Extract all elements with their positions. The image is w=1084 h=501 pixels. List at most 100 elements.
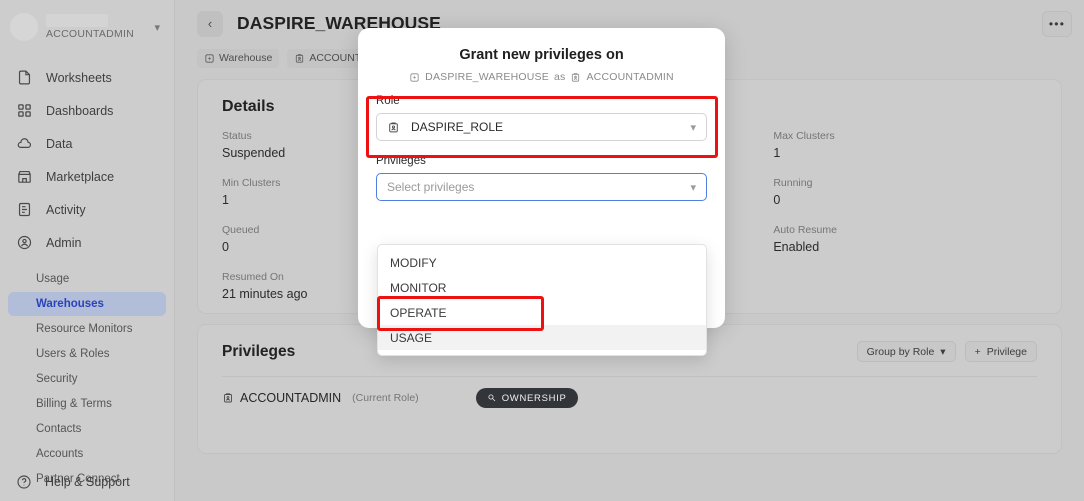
dialog-title: Grant new privileges on [459, 47, 624, 63]
role-badge-icon [294, 53, 305, 64]
sidebar-item-warehouses[interactable]: Warehouses [8, 292, 166, 316]
breadcrumb-chip-label: Warehouse [219, 52, 273, 64]
dialog-actor: ACCOUNTADMIN [586, 71, 674, 83]
back-button[interactable]: ‹ [197, 10, 223, 37]
warehouse-icon [409, 72, 420, 83]
sidebar-item-dashboards[interactable]: Dashboards [8, 95, 166, 126]
dropdown-option-modify[interactable]: MODIFY [378, 250, 706, 275]
status-badge-label: OWNERSHIP [501, 392, 567, 404]
dialog-connector: as [553, 71, 566, 83]
sidebar: ACCOUNTADMIN ▾ Worksheets Dashboards Dat… [0, 0, 175, 501]
chevron-down-icon: ▾ [690, 181, 696, 194]
dialog-header: Grant new privileges on DASPIRE_WAREHOUS… [358, 28, 725, 83]
help-support-label: Help & Support [45, 475, 130, 489]
breadcrumb-chip-warehouse[interactable]: Warehouse [197, 48, 280, 68]
sidebar-item-billing-terms[interactable]: Billing & Terms [8, 392, 166, 416]
plus-icon: + [974, 345, 981, 358]
dropdown-option-monitor[interactable]: MONITOR [378, 275, 706, 300]
app-root: ACCOUNTADMIN ▾ Worksheets Dashboards Dat… [0, 0, 1084, 501]
dialog-subject: DASPIRE_WAREHOUSE [425, 71, 549, 83]
add-privilege-button[interactable]: + Privilege [964, 341, 1037, 362]
privileges-field-group: Privileges Select privileges ▾ [376, 155, 707, 201]
detail-field-running: Running 0 [773, 177, 1037, 207]
status-badge: OWNERSHIP [475, 388, 578, 408]
sidebar-item-label: Dashboards [46, 103, 114, 118]
privilege-role-note: (Current Role) [352, 392, 419, 404]
group-by-role-button[interactable]: Group by Role ▾ [856, 341, 956, 362]
admin-shield-icon [16, 234, 33, 251]
account-switcher[interactable]: ACCOUNTADMIN ▾ [0, 0, 174, 54]
sidebar-item-users-roles[interactable]: Users & Roles [8, 342, 166, 366]
dropdown-option-label: MONITOR [390, 280, 447, 295]
sidebar-item-data[interactable]: Data [8, 128, 166, 159]
sidebar-item-worksheets[interactable]: Worksheets [8, 62, 166, 93]
warehouse-icon [204, 53, 215, 64]
sidebar-item-resource-monitors[interactable]: Resource Monitors [8, 317, 166, 341]
role-select-value: DASPIRE_ROLE [411, 120, 504, 134]
sidebar-item-accounts[interactable]: Accounts [8, 442, 166, 466]
detail-value: 1 [773, 146, 781, 160]
sidebar-item-activity[interactable]: Activity [8, 194, 166, 225]
privileges-field-label: Privileges [376, 155, 426, 167]
privileges-select-placeholder: Select privileges [387, 180, 475, 194]
sidebar-item-admin[interactable]: Admin [8, 227, 166, 258]
avatar [10, 13, 38, 41]
subnav-label: Contacts [36, 423, 82, 435]
chevron-down-icon: ▾ [940, 345, 946, 358]
role-badge-icon [570, 72, 581, 83]
role-field-label: Role [376, 95, 400, 107]
chevron-down-icon: ▾ [154, 21, 160, 34]
privilege-role-name: ACCOUNTADMIN [240, 391, 342, 405]
detail-label: Auto Resume [773, 224, 837, 236]
details-column-right: Max Clusters 1 Running 0 Auto Resume Ena… [773, 130, 1037, 318]
marketplace-icon [16, 168, 33, 185]
key-icon [487, 393, 497, 403]
subnav-label: Resource Monitors [36, 323, 133, 335]
role-select[interactable]: DASPIRE_ROLE ▾ [376, 113, 707, 141]
account-name-redacted [46, 14, 108, 27]
data-cloud-icon [16, 135, 33, 152]
dropdown-option-operate[interactable]: OPERATE [378, 300, 706, 325]
sidebar-item-contacts[interactable]: Contacts [8, 417, 166, 441]
privileges-title: Privileges [222, 342, 296, 360]
subnav-label: Billing & Terms [36, 398, 112, 410]
dashboards-icon [16, 102, 33, 119]
add-privilege-label: Privilege [986, 345, 1027, 358]
admin-subnav: Usage Warehouses Resource Monitors Users… [0, 260, 174, 491]
table-row: ACCOUNTADMIN (Current Role) OWNERSHIP [222, 377, 1037, 419]
role-badge-icon [387, 121, 400, 134]
group-by-role-label: Group by Role [866, 345, 935, 358]
detail-field-auto-resume: Auto Resume Enabled [773, 224, 1037, 254]
sidebar-item-label: Activity [46, 202, 86, 217]
role-field-group: Role DASPIRE_ROLE ▾ [376, 95, 707, 141]
detail-field-max-clusters: Max Clusters 1 [773, 130, 1037, 160]
activity-icon [16, 201, 33, 218]
primary-nav: Worksheets Dashboards Data Marketplace A… [0, 54, 174, 258]
help-circle-icon [16, 474, 32, 490]
subnav-label: Users & Roles [36, 348, 110, 360]
worksheets-icon [16, 69, 33, 86]
dropdown-option-usage[interactable]: USAGE [378, 325, 706, 350]
privileges-actions: Group by Role ▾ + Privilege [856, 341, 1037, 362]
detail-value: 0 [773, 193, 781, 207]
privilege-row-role: ACCOUNTADMIN (Current Role) [222, 391, 419, 405]
sidebar-item-security[interactable]: Security [8, 367, 166, 391]
sidebar-item-help-support[interactable]: Help & Support [0, 468, 174, 496]
dropdown-option-label: USAGE [390, 330, 433, 345]
subnav-label: Accounts [36, 448, 84, 460]
sidebar-item-label: Worksheets [46, 70, 112, 85]
detail-label: Max Clusters [773, 130, 835, 142]
account-role-label: ACCOUNTADMIN [46, 28, 134, 40]
grant-privileges-dialog: Grant new privileges on DASPIRE_WAREHOUS… [358, 28, 725, 356]
more-options-button[interactable]: ••• [1042, 10, 1072, 37]
account-text: ACCOUNTADMIN [46, 14, 146, 40]
dialog-subtitle: DASPIRE_WAREHOUSE as ACCOUNTADMIN [378, 71, 705, 83]
sidebar-item-usage[interactable]: Usage [8, 267, 166, 291]
dropdown-option-label: OPERATE [390, 305, 447, 320]
subnav-label: Usage [36, 273, 70, 285]
detail-label: Running [773, 177, 813, 189]
privileges-dropdown-list[interactable]: MODIFY MONITOR OPERATE USAGE [377, 244, 707, 356]
subnav-label: Warehouses [36, 298, 104, 310]
privileges-select[interactable]: Select privileges ▾ [376, 173, 707, 201]
sidebar-item-marketplace[interactable]: Marketplace [8, 161, 166, 192]
